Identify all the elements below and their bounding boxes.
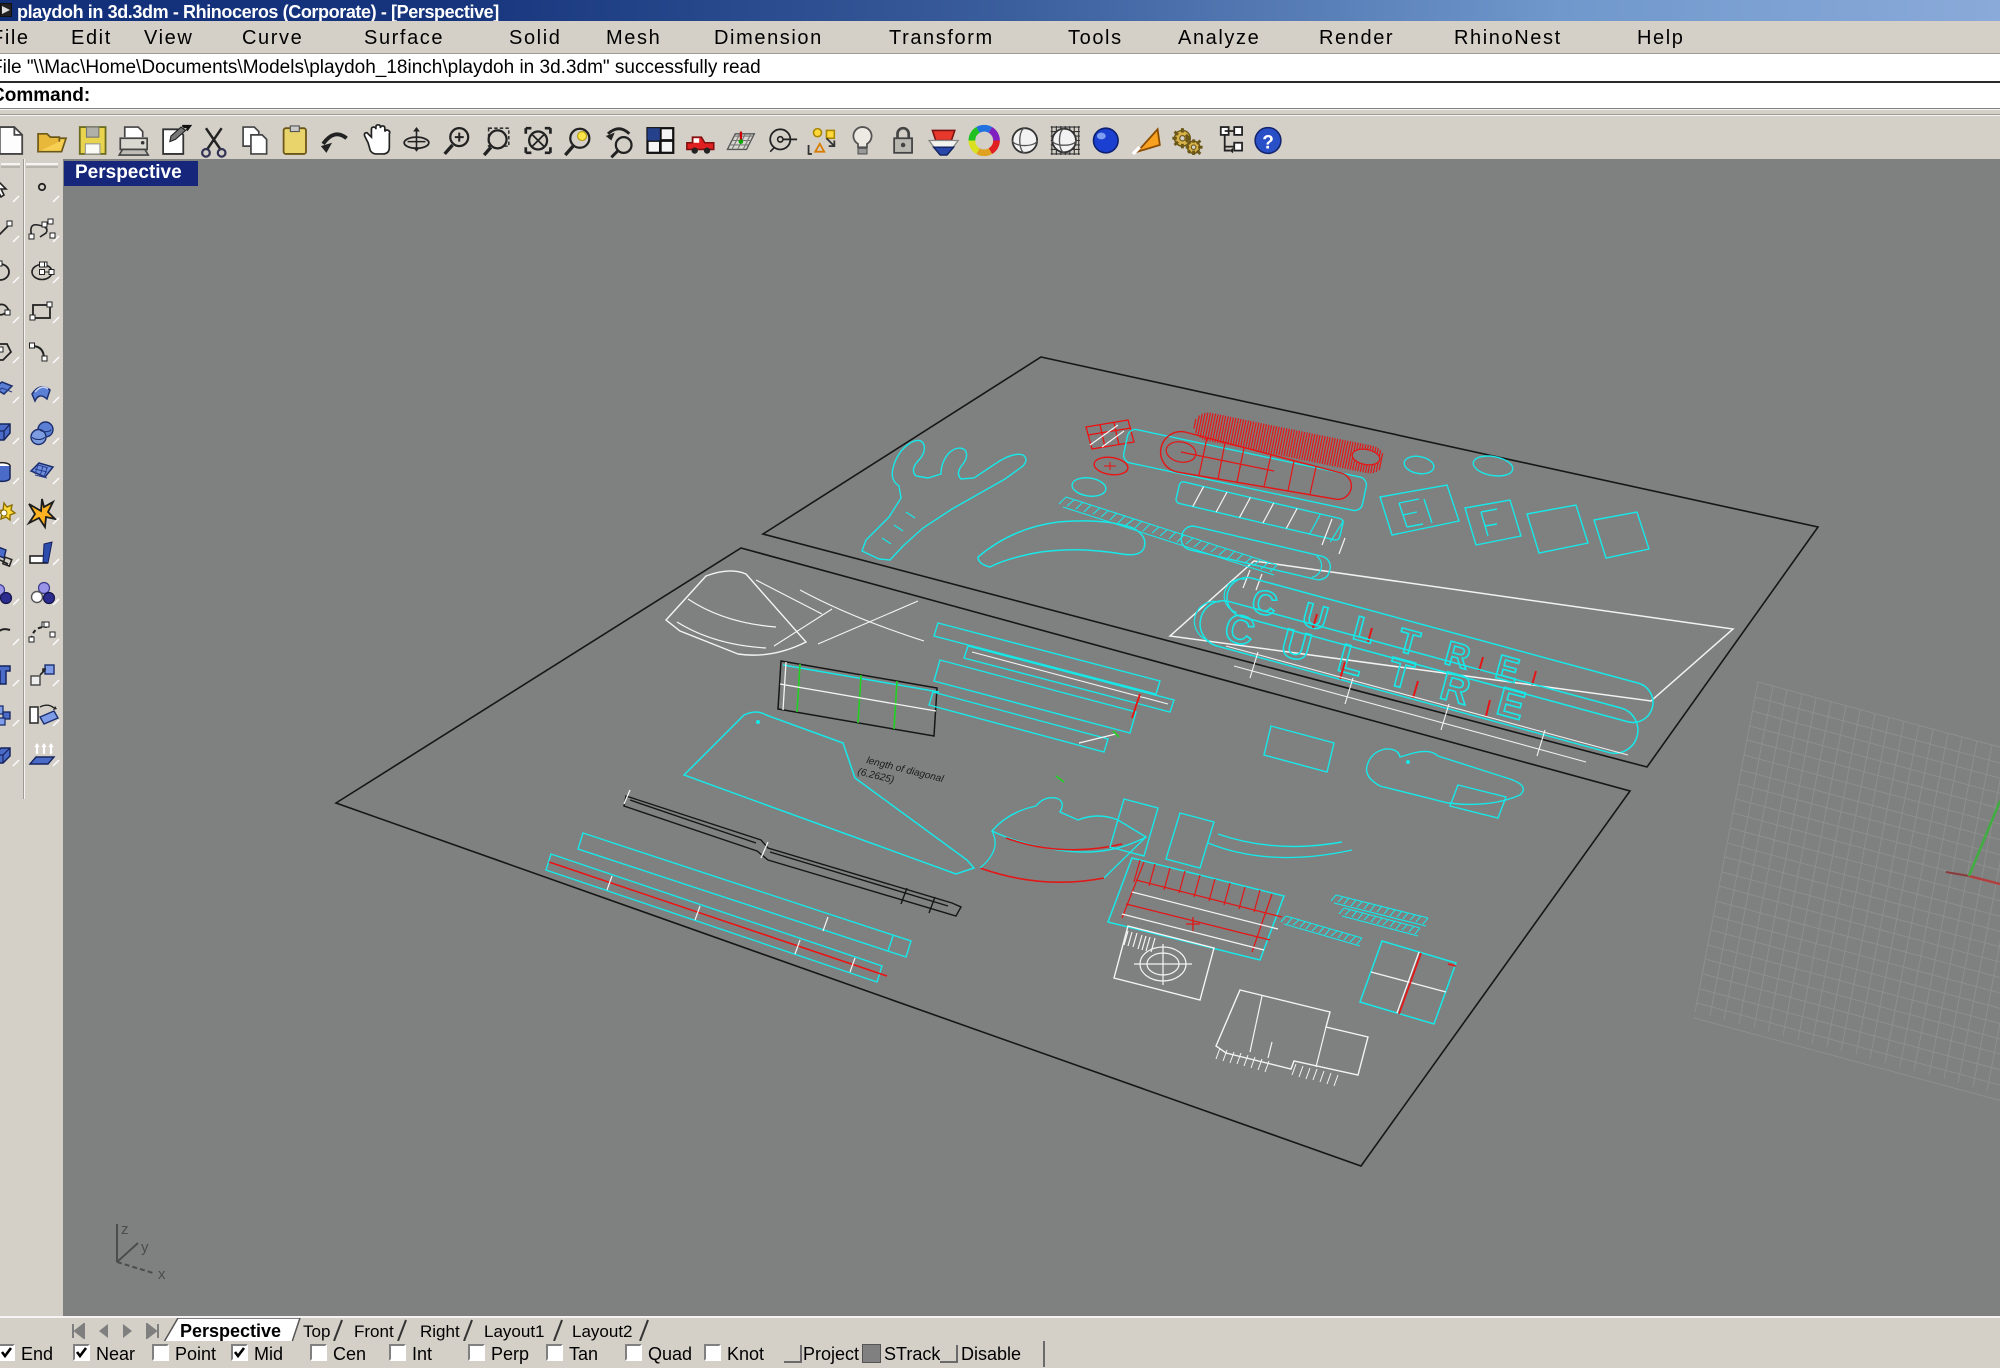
svg-text:z: z <box>121 1221 129 1238</box>
svg-text:y: y <box>141 1239 149 1256</box>
svg-text:?: ? <box>1262 132 1274 153</box>
svg-text:x: x <box>158 1266 166 1283</box>
